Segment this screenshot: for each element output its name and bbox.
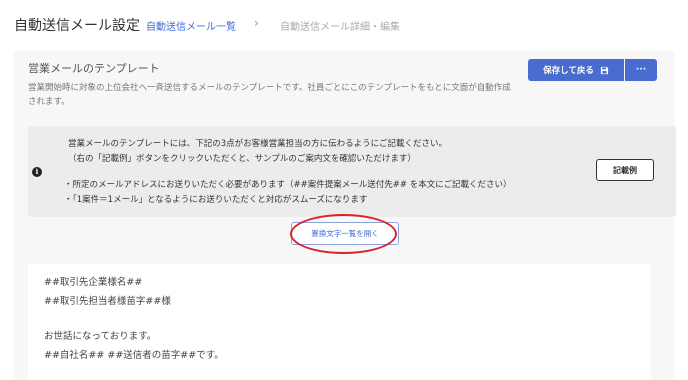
template-description: 営業開始時に対象の上位会社へ一斉送信するメールのテンプレートです。社員ごとにこの… [28,83,511,107]
breadcrumb-separator: › [254,16,259,30]
example-button[interactable]: 記載例 [596,159,654,181]
notice-line-2: （右の「記載例」ボタンをクリックいただくと、サンプルのご案内文を確認いただけます… [68,154,416,164]
editor-line: ##取引先担当者様苗字##様 [44,296,171,307]
page-header: 自動送信メール設定 自動送信メール一覧 › 自動送信メール詳細・編集 [0,0,688,50]
info-icon: i [32,167,42,177]
save-icon [600,66,608,74]
editor-line: お世話になっております。 [44,331,157,342]
page-title: 自動送信メール設定 [14,18,140,34]
template-panel: 営業メールのテンプレート 営業開始時に対象の上位会社へ一斉送信するメールのテンプ… [14,50,676,380]
breadcrumb-current: 自動送信メール詳細・編集 [280,22,400,33]
template-body-editor[interactable]: ##取引先企業様名## ##取引先担当者様苗字##様 お世話になっております。 … [28,264,651,380]
template-title: 営業メールのテンプレート [28,62,160,75]
notice-line-1: 営業メールのテンプレートには、下記の3点がお客様営業担当の方に伝わるようにご記載… [68,139,447,149]
notice-bullet-2: ・「1案件＝1メール」となるようにお送りいただくと対応がスムーズになります [64,195,368,205]
breadcrumb-link-mail-list[interactable]: 自動送信メール一覧 [146,18,236,33]
more-options-button[interactable]: ··· [625,59,657,81]
notice-bullet-1: ・所定のメールアドレスにお送りいただく必要があります（##案件提案メール送付先#… [64,180,512,190]
editor-line: ##取引先企業様名## [44,277,143,288]
editor-line: ##自社名## ##送信者の苗字##です。 [44,350,224,361]
notice-box: i 営業メールのテンプレートには、下記の3点がお客様営業担当の方に伝わるようにご… [28,126,676,217]
save-and-back-button[interactable]: 保存して戻る [528,59,624,81]
open-replacement-list-button[interactable]: 置換文字一覧を開く [291,222,399,245]
save-button-label: 保存して戻る [543,66,594,76]
